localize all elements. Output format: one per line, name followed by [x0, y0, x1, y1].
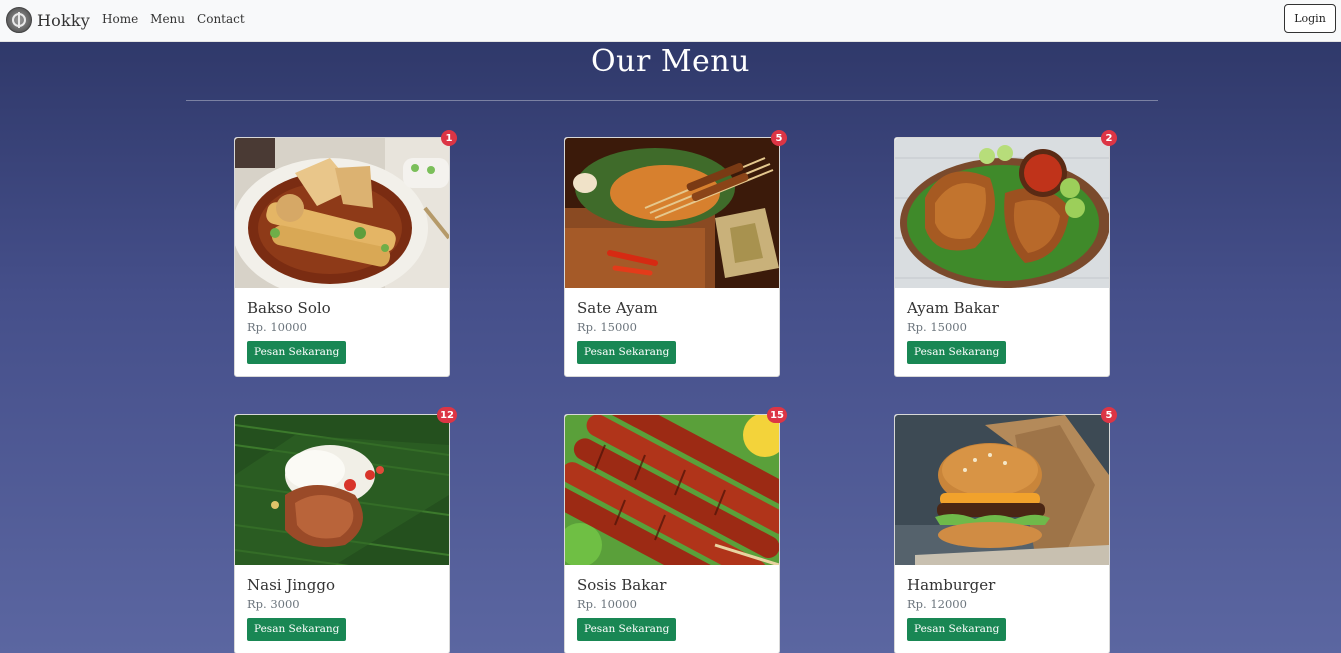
navbar: Hokky Home Menu Contact Login: [0, 0, 1341, 42]
menu-item-name: Nasi Jinggo: [247, 576, 336, 594]
menu-item-name: Sate Ayam: [577, 299, 658, 317]
menu-item-name: Bakso Solo: [247, 299, 331, 317]
menu-item-name: Hamburger: [907, 576, 996, 594]
quantity-badge: 5: [1101, 407, 1117, 423]
hamburger-image: [895, 415, 1109, 565]
menu-card-sosis-bakar: 15 Sosis Bakar Rp. 10000 Pesan Sekarang: [564, 407, 787, 653]
nav-link-contact[interactable]: Contact: [197, 12, 245, 26]
quantity-badge: 5: [771, 130, 787, 146]
quantity-badge: 15: [767, 407, 787, 423]
nasi-jinggo-image: [235, 415, 449, 565]
menu-item-price: Rp. 15000: [577, 320, 637, 334]
nav-links: Home Menu Contact: [102, 12, 257, 26]
menu-item-name: Ayam Bakar: [907, 299, 999, 317]
page-title: Our Menu: [591, 44, 750, 79]
brand-name: Hokky: [37, 10, 91, 30]
order-button[interactable]: Pesan Sekarang: [577, 341, 677, 364]
menu-item-price: Rp. 12000: [907, 597, 967, 611]
nav-link-menu[interactable]: Menu: [150, 12, 185, 26]
menu-item-price: Rp. 10000: [577, 597, 637, 611]
order-button[interactable]: Pesan Sekarang: [907, 618, 1007, 641]
bakso-image: [235, 138, 449, 288]
quantity-badge: 12: [437, 407, 457, 423]
menu-card-bakso-solo: 1 Bakso Solo Rp. 10000 Pesan Sekarang: [234, 130, 457, 377]
quantity-badge: 2: [1101, 130, 1117, 146]
sate-image: [565, 138, 779, 288]
ayam-bakar-image: [895, 138, 1109, 288]
title-divider: [186, 100, 1158, 101]
menu-card-ayam-bakar: 2 Ayam Bakar Rp. 15000 Pesan Sekarang: [894, 130, 1117, 377]
order-button[interactable]: Pesan Sekarang: [247, 341, 347, 364]
login-button[interactable]: Login: [1284, 4, 1336, 33]
menu-card-hamburger: 5 Hamburger Rp. 12000 Pesan Sekarang: [894, 407, 1117, 653]
menu-item-name: Sosis Bakar: [577, 576, 667, 594]
order-button[interactable]: Pesan Sekarang: [247, 618, 347, 641]
order-button[interactable]: Pesan Sekarang: [577, 618, 677, 641]
menu-card-nasi-jinggo: 12 Nasi Jinggo Rp. 3000 Pesan Sekarang: [234, 407, 457, 653]
menu-item-price: Rp. 10000: [247, 320, 307, 334]
brand-link[interactable]: Hokky: [6, 6, 90, 34]
quantity-badge: 1: [441, 130, 457, 146]
sosis-bakar-image: [565, 415, 779, 565]
logo-icon: [6, 7, 32, 33]
menu-item-price: Rp. 15000: [907, 320, 967, 334]
nav-link-home[interactable]: Home: [102, 12, 138, 26]
order-button[interactable]: Pesan Sekarang: [907, 341, 1007, 364]
menu-item-price: Rp. 3000: [247, 597, 300, 611]
menu-card-sate-ayam: 5 Sate Ayam Rp. 15000 Pesan Sekarang: [564, 130, 787, 377]
